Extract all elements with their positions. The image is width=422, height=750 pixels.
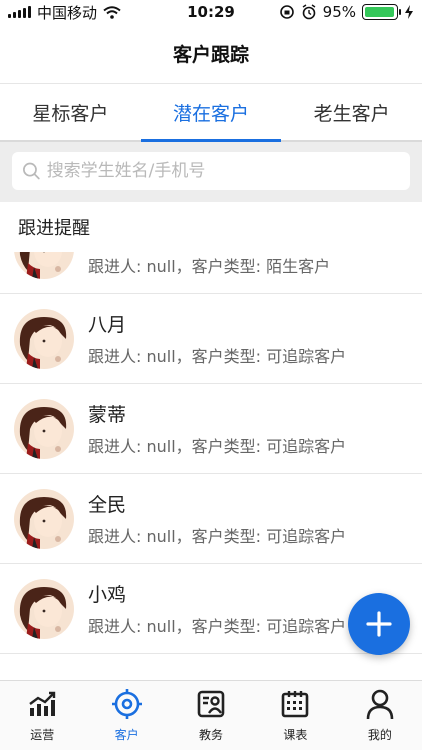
signal-icon: [8, 6, 31, 18]
rotation-lock-icon: [279, 5, 294, 19]
customer-meta: 跟进人: null，客户类型: 可追踪客户: [88, 617, 347, 636]
teaching-icon: [197, 690, 225, 718]
tabbar-item-operations[interactable]: 运营: [0, 681, 84, 750]
add-customer-button[interactable]: [348, 593, 410, 655]
tabbar-item-schedule[interactable]: 课表: [253, 681, 337, 750]
customer-meta: 跟进人: null，客户类型: 可追踪客户: [88, 347, 347, 366]
customer-list-item[interactable]: 八月 跟进人: null，客户类型: 可追踪客户: [0, 294, 422, 384]
avatar: [14, 398, 74, 459]
tabbar-label-customers: 客户: [114, 728, 139, 742]
search-input[interactable]: [46, 161, 400, 181]
search-area: [0, 142, 422, 202]
avatar: [14, 252, 74, 279]
customer-name: 八月: [88, 314, 127, 336]
chart-icon: [29, 691, 56, 716]
avatar: [14, 578, 74, 639]
customer-name: 蒙蒂: [88, 404, 127, 426]
customer-list-item[interactable]: 蒙蒂 跟进人: null，客户类型: 可追踪客户: [0, 384, 422, 474]
tab-returning-customers[interactable]: 老生客户: [281, 84, 422, 140]
customer-list-item[interactable]: 小怡 跟进人: null，客户类型: 陌生客户: [0, 252, 422, 294]
status-bar: 中国移动 10:29 95%: [0, 0, 422, 24]
tab-starred-customers[interactable]: 星标客户: [0, 84, 141, 140]
charging-icon: [405, 5, 413, 19]
customer-list-item[interactable]: 全民 跟进人: null，客户类型: 可追踪客户: [0, 474, 422, 564]
carrier-label: 中国移动: [37, 3, 98, 22]
bottom-tab-bar: 运营 客户 教务 课表 我的: [0, 680, 422, 750]
alarm-icon: [302, 4, 316, 20]
tabbar-label-operations: 运营: [30, 728, 55, 742]
target-icon: [111, 689, 142, 719]
page-title: 客户跟踪: [0, 24, 422, 84]
tab-bar-top: 星标客户 潜在客户 老生客户: [0, 84, 422, 142]
tabbar-label-teaching: 教务: [199, 728, 224, 742]
section-title: 跟进提醒: [18, 218, 90, 239]
battery-percent: 95%: [322, 3, 356, 21]
user-icon: [366, 689, 394, 720]
avatar: [14, 488, 74, 549]
battery-icon: [362, 4, 401, 20]
tabbar-label-mine: 我的: [367, 728, 392, 742]
search-box[interactable]: [12, 152, 410, 190]
wifi-icon: [103, 5, 121, 19]
avatar: [14, 308, 74, 369]
tabbar-item-teaching[interactable]: 教务: [169, 681, 253, 750]
customer-name: 全民: [88, 494, 127, 516]
tabbar-item-mine[interactable]: 我的: [338, 681, 422, 750]
tabbar-item-customers[interactable]: 客户: [84, 681, 168, 750]
calendar-icon: [282, 691, 309, 718]
customer-meta: 跟进人: null，客户类型: 可追踪客户: [88, 527, 347, 546]
tab-potential-customers[interactable]: 潜在客户: [140, 84, 282, 142]
customer-meta: 跟进人: null，客户类型: 陌生客户: [88, 257, 331, 276]
tabbar-label-schedule: 课表: [283, 728, 308, 742]
search-icon: [23, 162, 40, 180]
customer-name: 小鸡: [88, 584, 127, 606]
plus-icon: [366, 611, 392, 637]
customer-meta: 跟进人: null，客户类型: 可追踪客户: [88, 437, 347, 456]
